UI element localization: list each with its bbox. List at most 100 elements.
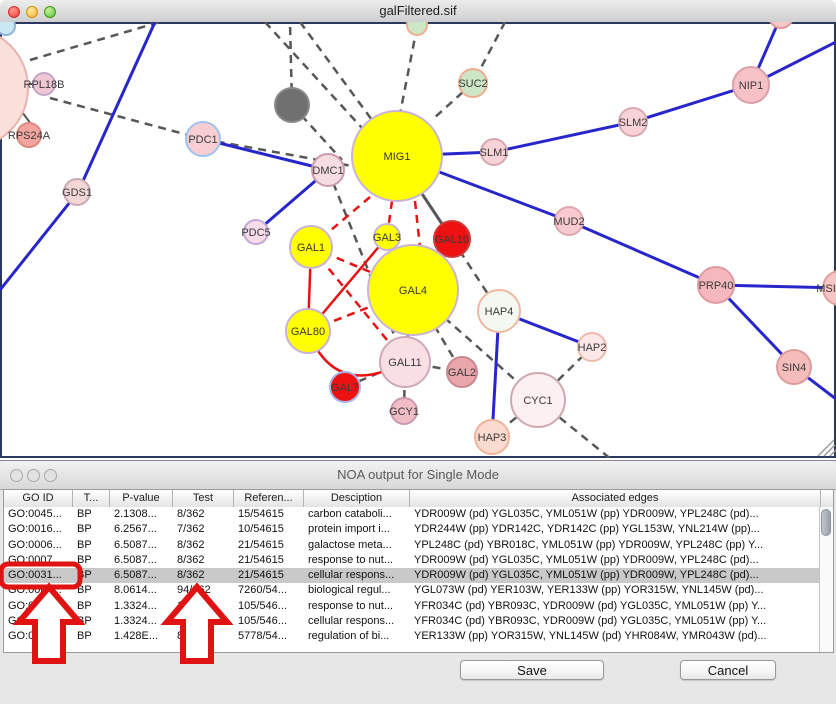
table-cell[interactable]: cellular respons... [304,568,410,583]
table-cell[interactable]: GO:0006... [4,538,73,553]
node-graynode[interactable] [275,88,309,122]
table-cell[interactable]: 8/362 [173,553,234,568]
table-cell[interactable]: 105/546... [234,599,304,614]
table-cell[interactable]: YFR034C (pd) YBR093C, YDR009W (pd) YGL03… [410,614,819,629]
table-cell[interactable]: GO:0050... [4,629,73,644]
table-cell[interactable]: 6.2567... [110,522,173,537]
column-header[interactable]: Associated edges [410,490,821,507]
table-cell[interactable]: 1.3324... [110,599,173,614]
table-cell[interactable]: cellular respons... [304,614,410,629]
table-cell[interactable]: YDR244W (pp) YDR142C, YDR142C (pp) YGL15… [410,522,819,537]
table-cell[interactable]: 11/362 [173,614,234,629]
table-cell[interactable]: response to nut... [304,553,410,568]
table-cell[interactable]: regulation of bi... [304,629,410,644]
table-cell[interactable]: GO:0031... [4,568,73,583]
network-canvas[interactable]: RPL18BRPS24AGDS1PDC1DMC1MIG1SUC2SLM1SLM2… [0,22,836,458]
column-header[interactable]: Test [173,490,234,507]
table-header[interactable]: GO IDT...P-valueTestReferen...Desciption… [4,490,833,508]
table-cell[interactable]: BP [73,614,110,629]
table-cell[interactable]: BP [73,599,110,614]
table-cell[interactable]: 11/362 [173,599,234,614]
node-GAL7[interactable]: GAL7 [330,372,360,402]
table-cell[interactable]: BP [73,583,110,598]
table-cell[interactable]: 21/54615 [234,538,304,553]
cancel-button[interactable]: Cancel [680,660,776,680]
table-cell[interactable]: 94/362 [173,583,234,598]
node-PDC1[interactable]: PDC1 [186,122,220,156]
node-GAL1[interactable]: GAL1 [290,226,332,268]
table-cell[interactable]: YDR009W (pd) YGL035C, YML051W (pp) YDR00… [410,568,819,583]
node-SIN4[interactable]: SIN4 [777,350,811,384]
table-cell[interactable]: 6.5087... [110,553,173,568]
table-cell[interactable]: YER133W (pp) YOR315W, YNL145W (pd) YHR08… [410,629,819,644]
table-cell[interactable]: protein import i... [304,522,410,537]
node-DMC1[interactable]: DMC1 [312,154,344,186]
table-cell[interactable]: YGL073W (pd) YER103W, YER133W (pp) YOR31… [410,583,819,598]
node-GAL4[interactable]: GAL4 [368,245,458,335]
node-SUC2[interactable]: SUC2 [458,69,487,97]
table-cell[interactable]: 6.5087... [110,538,173,553]
table-cell[interactable]: 21/54615 [234,553,304,568]
node-GCY1[interactable]: GCY1 [389,398,419,424]
table-cell[interactable]: YDR009W (pd) YGL035C, YML051W (pp) YDR00… [410,553,819,568]
table-cell[interactable]: biological regul... [304,583,410,598]
node-GAL3[interactable]: GAL3 [373,224,401,250]
table-cell[interactable]: 6.5087... [110,568,173,583]
table-cell[interactable]: response to nut... [304,599,410,614]
table-cell[interactable]: BP [73,568,110,583]
table-cell[interactable]: 8/362 [173,568,234,583]
node-GAL2[interactable]: GAL2 [447,357,477,387]
node-HAP3[interactable]: HAP3 [475,420,509,454]
table-cell[interactable]: YFR034C (pd) YBR093C, YDR009W (pd) YGL03… [410,599,819,614]
table-row[interactable]: GO:0045...BP2.1308...8/36215/54615carbon… [4,507,819,522]
table-cell[interactable]: 7260/54... [234,583,304,598]
table-cell[interactable]: 7/362 [173,522,234,537]
table-cell[interactable]: 80/362 [173,629,234,644]
save-button[interactable]: Save [460,660,604,680]
table-cell[interactable]: YPL248C (pd) YBR018C, YML051W (pp) YDR00… [410,538,819,553]
table-cell[interactable]: 15/54615 [234,507,304,522]
node-GAL10[interactable]: GAL10 [434,221,470,257]
table-cell[interactable]: 21/54615 [234,568,304,583]
network-window-titlebar[interactable]: galFiltered.sif [0,0,836,23]
table-cell[interactable]: BP [73,538,110,553]
node-SLM2[interactable]: SLM2 [619,108,648,136]
node-HAP2[interactable]: HAP2 [578,333,607,361]
column-header[interactable]: P-value [110,490,173,507]
table-cell[interactable]: 8/362 [173,538,234,553]
node-GDS1[interactable]: GDS1 [62,179,92,205]
node-MUD2[interactable]: MUD2 [553,207,584,235]
node-NIP1[interactable]: NIP1 [733,67,769,103]
table-cell[interactable]: 105/546... [234,614,304,629]
table-cell[interactable]: 8.0614... [110,583,173,598]
table-row[interactable]: GO:0031...BP1.3324...11/362105/546...cel… [4,614,819,629]
table-cell[interactable]: 10/54615 [234,522,304,537]
table-cell[interactable]: BP [73,629,110,644]
table-cell[interactable]: BP [73,553,110,568]
vertical-scrollbar[interactable] [819,507,833,653]
node-MIG1[interactable]: MIG1 [352,111,442,201]
table-cell[interactable]: 8/362 [173,507,234,522]
table-cell[interactable]: GO:0065... [4,583,73,598]
table-cell[interactable]: GO:0031... [4,614,73,629]
table-cell[interactable]: 5778/54... [234,629,304,644]
column-header[interactable]: Desciption [304,490,410,507]
node-PRP40[interactable]: PRP40 [698,267,734,303]
table-row[interactable]: GO:0065...BP8.0614...94/3627260/54...bio… [4,583,819,598]
table-cell[interactable]: GO:0016... [4,522,73,537]
table-cell[interactable]: 1.428E... [110,629,173,644]
table-cell[interactable]: BP [73,507,110,522]
table-row[interactable]: GO:0050...BP1.428E...80/3625778/54...reg… [4,629,819,644]
table-cell[interactable]: 1.3324... [110,614,173,629]
table-cell[interactable]: 2.1308... [110,507,173,522]
table-cell[interactable]: GO:0045... [4,507,73,522]
table-cell[interactable]: BP [73,522,110,537]
table-cell[interactable]: carbon cataboli... [304,507,410,522]
table-row[interactable]: GO:0031...BP6.5087...8/36221/54615cellul… [4,568,819,583]
node-greencut[interactable] [407,22,427,35]
node-cyancut[interactable] [0,22,15,35]
column-header[interactable]: T... [73,490,110,507]
scrollbar-thumb[interactable] [821,509,831,536]
table-cell[interactable]: GO:0007... [4,553,73,568]
table-row[interactable]: GO:0031...BP1.3324...11/362105/546...res… [4,599,819,614]
